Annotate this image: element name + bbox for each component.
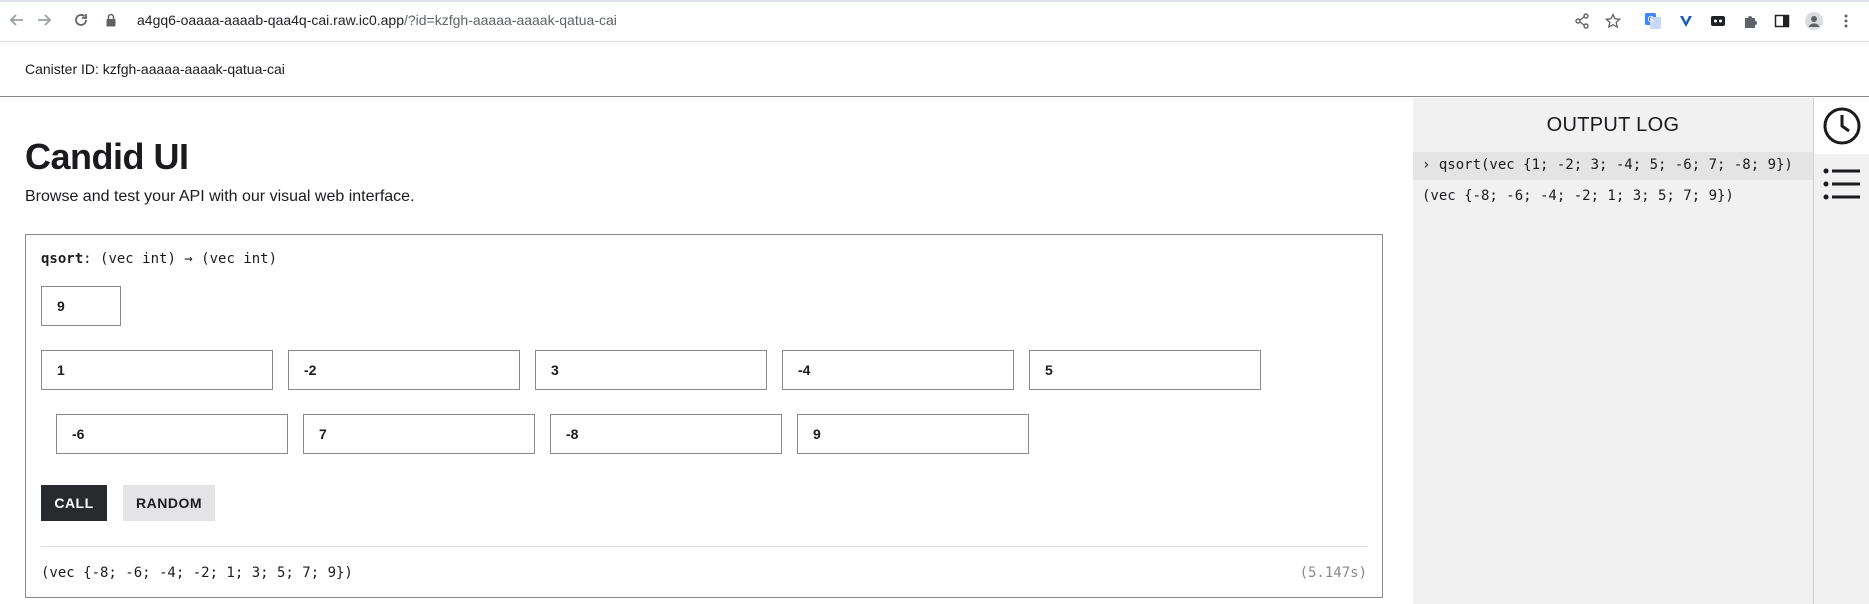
svg-text:G: G — [1648, 15, 1654, 24]
random-button[interactable]: RANDOM — [123, 485, 215, 521]
vec-length-input[interactable]: 9 — [41, 286, 121, 326]
method-type: : (vec int) → (vec int) — [83, 251, 278, 267]
browser-toolbar: a4gq6-oaaaa-aaaab-qaa4q-cai.raw.ic0.app/… — [0, 0, 1869, 42]
vec-item-input[interactable]: 3 — [535, 350, 767, 390]
vec-item-input[interactable]: -2 — [288, 350, 520, 390]
vec-item-input[interactable]: -8 — [550, 414, 782, 454]
page-title: Candid UI — [25, 136, 189, 177]
output-log-title: OUTPUT LOG — [1546, 114, 1680, 136]
log-result-entry: (vec {-8; -6; -4; -2; 1; 3; 5; 7; 9}) — [1422, 188, 1734, 204]
reload-icon[interactable] — [70, 9, 92, 31]
translate-icon[interactable]: G — [1643, 11, 1663, 31]
vec-item-input[interactable]: 1 — [41, 350, 273, 390]
extension-icon[interactable] — [1676, 11, 1696, 31]
profile-icon[interactable] — [1804, 11, 1824, 31]
side-rail — [1813, 98, 1869, 604]
star-icon[interactable] — [1603, 11, 1623, 31]
url-text[interactable]: a4gq6-oaaaa-aaaab-qaa4q-cai.raw.ic0.app/… — [137, 12, 617, 28]
vec-item-input[interactable]: 9 — [797, 414, 1029, 454]
puzzle-icon[interactable] — [1708, 11, 1728, 31]
url-path: /?id=kzfgh-aaaaa-aaaak-qatua-cai — [403, 12, 617, 28]
call-timing: (5.147s) — [1299, 565, 1367, 581]
method-name: qsort — [41, 251, 84, 267]
method-signature: qsort: (vec int) → (vec int) — [41, 251, 277, 267]
forward-arrow-icon[interactable] — [33, 9, 55, 31]
menu-icon[interactable] — [1836, 11, 1856, 31]
vec-item-input[interactable]: -4 — [782, 350, 1014, 390]
page-subtitle: Browse and test your API with our visual… — [25, 188, 415, 205]
method-result: (vec {-8; -6; -4; -2; 1; 3; 5; 7; 9}) — [41, 565, 353, 581]
vec-item-input[interactable]: 5 — [1029, 350, 1261, 390]
extensions-puzzle-icon[interactable] — [1740, 11, 1760, 31]
method-card-qsort: qsort: (vec int) → (vec int) 9 1 -2 3 -4… — [25, 234, 1383, 598]
output-log-panel: OUTPUT LOG › qsort(vec {1; -2; 3; -4; 5;… — [1413, 98, 1813, 604]
main-content: Candid UI Browse and test your API with … — [0, 98, 1413, 604]
log-call-text: › qsort(vec {1; -2; 3; -4; 5; -6; 7; -8;… — [1422, 157, 1793, 173]
tab-strip-edge — [0, 0, 1869, 2]
call-button[interactable]: CALL — [41, 485, 107, 521]
canister-id-label: Canister ID: kzfgh-aaaaa-aaaak-qatua-cai — [25, 61, 285, 77]
lock-icon[interactable] — [106, 13, 116, 27]
log-call-entry: › qsort(vec {1; -2; 3; -4; 5; -6; 7; -8;… — [1413, 152, 1813, 180]
list-icon[interactable] — [1814, 156, 1869, 212]
sidepanel-icon[interactable] — [1772, 11, 1792, 31]
back-arrow-icon[interactable] — [6, 9, 28, 31]
history-clock-icon[interactable] — [1814, 98, 1869, 154]
share-icon[interactable] — [1572, 11, 1592, 31]
url-host: a4gq6-oaaaa-aaaab-qaa4q-cai.raw.ic0.app — [137, 12, 404, 28]
vec-item-input[interactable]: -6 — [56, 414, 288, 454]
canister-header: Canister ID: kzfgh-aaaaa-aaaak-qatua-cai — [0, 42, 1869, 97]
result-divider — [41, 546, 1368, 547]
vec-item-input[interactable]: 7 — [303, 414, 535, 454]
